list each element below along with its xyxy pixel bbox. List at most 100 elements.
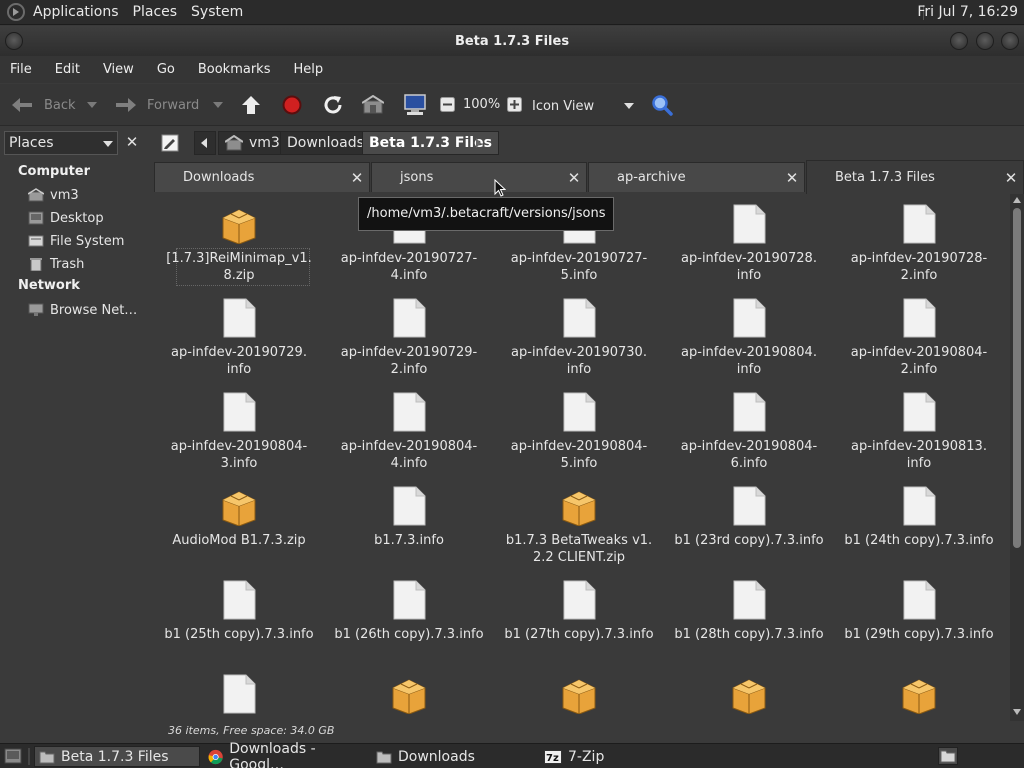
menu-file[interactable]: File <box>10 62 32 77</box>
forward-history-dropdown[interactable] <box>213 102 223 108</box>
icon-view[interactable]: [1.7.3]ReiMinimap_v1. 8.zip ap-infdev-201… <box>154 194 1010 721</box>
tab-ap-archive[interactable]: ap-archive ✕ <box>588 162 805 192</box>
vertical-scrollbar[interactable] <box>1010 194 1024 721</box>
file-item[interactable]: AudioMod B1.7.3.zip <box>154 476 324 570</box>
file-item[interactable]: ap-infdev-20190804- 6.info <box>664 382 834 476</box>
breadcrumb-forward-icon[interactable] <box>476 138 481 148</box>
menu-edit[interactable]: Edit <box>55 62 80 77</box>
file-item[interactable]: b1 (26th copy).7.3.info <box>324 570 494 664</box>
file-name: ap-infdev-20190804- 3.info <box>170 439 308 471</box>
zoom-in-icon[interactable] <box>507 97 522 112</box>
file-item[interactable]: b1.7.3.info <box>324 476 494 570</box>
workspace-switcher-icon[interactable] <box>938 747 958 765</box>
breadcrumb-vm3[interactable]: vm3 <box>218 131 287 155</box>
menu-view[interactable]: View <box>103 62 134 77</box>
forward-button[interactable]: Forward <box>114 96 199 114</box>
zoom-level[interactable]: 100% <box>463 97 500 112</box>
file-item[interactable]: ap-infdev-20190804- 5.info <box>494 382 664 476</box>
file-item[interactable]: ap-infdev-20190729. info <box>154 288 324 382</box>
text-file-icon <box>223 580 256 620</box>
file-item[interactable]: GuiAPI0.10.4-1.7.zip <box>494 664 664 721</box>
file-item[interactable]: ap-infdev-20190804- 2.info <box>834 288 1004 382</box>
maximize-button[interactable] <box>976 32 994 50</box>
close-tab-icon[interactable]: ✕ <box>566 163 582 193</box>
panel-menu-system[interactable]: System <box>191 4 243 20</box>
taskbar-item-beta-files[interactable]: Beta 1.7.3 Files <box>34 746 200 767</box>
panel-menu-applications[interactable]: Applications <box>33 4 119 20</box>
tab-downloads[interactable]: Downloads ✕ <box>154 162 370 192</box>
view-mode-select[interactable]: Icon View <box>532 97 636 115</box>
file-item[interactable]: b1 (29th copy).7.3.info <box>834 570 1004 664</box>
search-icon[interactable] <box>651 94 673 116</box>
scroll-up-arrow[interactable] <box>1013 197 1021 203</box>
taskbar-item-7zip[interactable]: 7z 7-Zip <box>540 746 700 767</box>
text-file-icon <box>223 298 256 338</box>
minimize-button[interactable] <box>950 32 968 50</box>
computer-icon[interactable] <box>403 94 427 116</box>
up-arrow-icon[interactable] <box>240 94 262 116</box>
file-item[interactable]: ap-infdev-20190728- 2.info <box>834 194 1004 288</box>
sidebar-item-vm3[interactable]: vm3 <box>28 186 79 204</box>
tab-beta-files[interactable]: Beta 1.7.3 Files ✕ <box>806 160 1024 194</box>
menu-help[interactable]: Help <box>293 62 323 77</box>
reload-icon[interactable] <box>322 94 344 116</box>
file-item[interactable]: ap-infdev-20190730. info <box>494 288 664 382</box>
taskbar-item-chrome[interactable]: Downloads - Googl… <box>204 741 368 768</box>
scrollbar-thumb[interactable] <box>1013 208 1021 548</box>
file-item[interactable]: b1 (30th copy).7.3.info <box>154 664 324 721</box>
menu-bookmarks[interactable]: Bookmarks <box>198 62 271 77</box>
file-item[interactable]: ap-infdev-20190804- 4.info <box>324 382 494 476</box>
file-item[interactable]: b1 (23rd copy).7.3.info <box>664 476 834 570</box>
scroll-down-arrow[interactable] <box>1013 709 1021 715</box>
sidebar-item-trash[interactable]: Trash <box>28 255 84 273</box>
file-item[interactable]: BitDepthFix 1.7.3.zip <box>324 664 494 721</box>
file-item[interactable]: b1 (27th copy).7.3.info <box>494 570 664 664</box>
text-file-icon <box>563 298 596 338</box>
file-item[interactable]: ap-infdev-20190804. info <box>664 288 834 382</box>
back-history-dropdown[interactable] <box>87 102 97 108</box>
breadcrumb-downloads[interactable]: Downloads <box>280 131 371 155</box>
menu-go[interactable]: Go <box>157 62 175 77</box>
zoom-out-icon[interactable] <box>440 97 455 112</box>
close-side-pane-button[interactable]: ✕ <box>122 132 142 152</box>
breadcrumb-back-button[interactable] <box>194 131 216 155</box>
sidebar-item-desktop[interactable]: Desktop <box>28 209 104 227</box>
file-item[interactable]: b1 (25th copy).7.3.info <box>154 570 324 664</box>
file-name: ap-infdev-20190727- 5.info <box>510 251 648 283</box>
panel-menu-places[interactable]: Places <box>133 4 178 20</box>
back-button[interactable]: Back <box>10 96 76 114</box>
window-titlebar[interactable]: Beta 1.7.3 Files <box>0 26 1024 56</box>
side-pane-select[interactable]: Places <box>4 131 118 155</box>
7zip-icon: 7z <box>544 749 562 764</box>
file-item[interactable]: ItemSpriteAPIv1.2.zip <box>834 664 1004 721</box>
top-panel: Applications Places System Fri Jul 7, 16… <box>0 0 1024 25</box>
file-name: b1 (26th copy).7.3.info <box>334 627 484 642</box>
file-item[interactable]: [1.7.3]ReiMinimap_v1. 8.zip <box>154 194 324 288</box>
file-item[interactable]: b1.7.3 BetaTweaks v1. 2.2 CLIENT.zip <box>494 476 664 570</box>
file-item[interactable]: ap-infdev-20190728. info <box>664 194 834 288</box>
sidebar-heading-network: Network <box>18 278 80 293</box>
sidebar-item-filesystem[interactable]: File System <box>28 232 124 250</box>
system-logo-icon[interactable] <box>7 3 25 21</box>
taskbar-item-downloads[interactable]: Downloads <box>372 746 536 767</box>
close-tab-icon[interactable]: ✕ <box>784 163 800 193</box>
toggle-location-entry-icon[interactable] <box>161 134 179 152</box>
close-tab-icon[interactable]: ✕ <box>1003 161 1019 195</box>
close-tab-icon[interactable]: ✕ <box>349 163 365 193</box>
close-window-button[interactable] <box>1001 32 1019 50</box>
file-item[interactable]: ap-infdev-20190729- 2.info <box>324 288 494 382</box>
file-item[interactable]: b1 (28th copy).7.3.info <box>664 570 834 664</box>
tab-jsons[interactable]: jsons ✕ <box>371 162 587 192</box>
file-item[interactable]: ap-infdev-20190804- 3.info <box>154 382 324 476</box>
text-file-icon <box>903 204 936 244</box>
file-item[interactable]: b1 (24th copy).7.3.info <box>834 476 1004 570</box>
file-item[interactable]: InvTweaks-1.31-B1.7. <box>664 664 834 721</box>
stop-icon[interactable] <box>281 94 303 116</box>
clock[interactable]: Fri Jul 7, 16:29 <box>917 4 1018 20</box>
network-icon <box>28 303 44 316</box>
sidebar-item-browse-network[interactable]: Browse Net… <box>28 301 137 319</box>
file-item[interactable]: ap-infdev-20190813. info <box>834 382 1004 476</box>
show-desktop-icon[interactable] <box>4 748 22 764</box>
home-icon[interactable] <box>362 95 384 115</box>
window-menu-button[interactable] <box>5 32 23 50</box>
